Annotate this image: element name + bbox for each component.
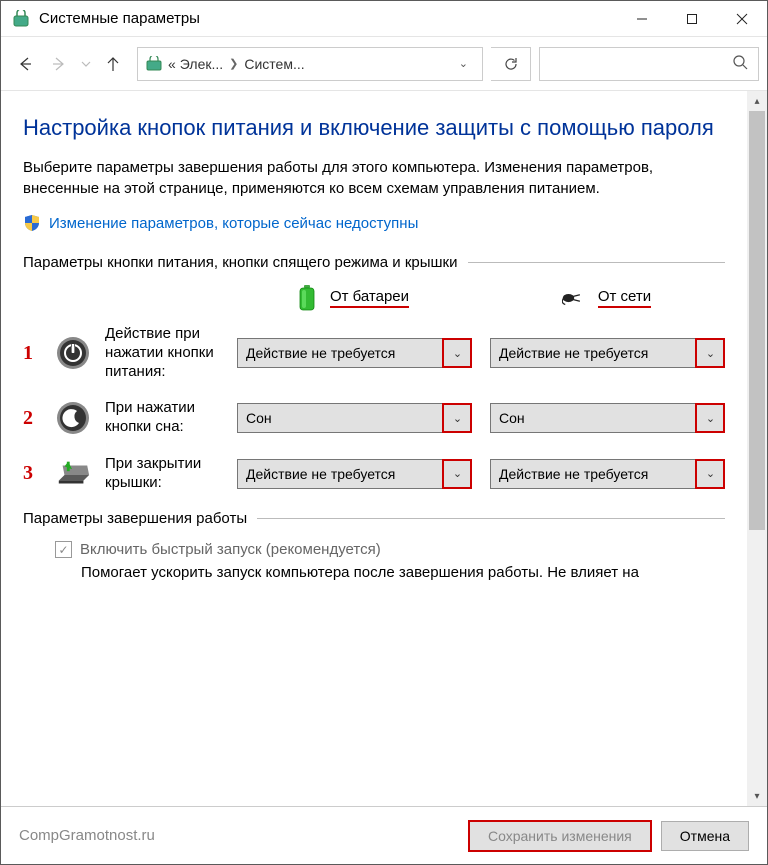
cancel-button-label: Отмена <box>680 828 730 844</box>
option-row-power-button: 1 Действие при нажатии кнопки питания: Д… <box>23 325 725 381</box>
admin-link[interactable]: Изменение параметров, которые сейчас нед… <box>49 215 418 232</box>
fast-startup-label: Включить быстрый запуск (рекомендуется) <box>80 541 381 558</box>
fast-startup-desc: Помогает ускорить запуск компьютера посл… <box>23 562 725 583</box>
column-plugged-label: От сети <box>598 288 651 308</box>
refresh-button[interactable] <box>491 47 531 81</box>
row-label-2: При нажатии кнопки сна: <box>105 399 223 437</box>
title-bar: Системные параметры <box>1 1 767 37</box>
columns-header: От батареи От сети <box>23 285 725 311</box>
save-button[interactable]: Сохранить изменения <box>469 821 651 851</box>
fast-startup-row: ✓ Включить быстрый запуск (рекомендуется… <box>23 541 725 558</box>
chevron-down-icon: ⌄ <box>443 460 471 488</box>
dropdown-value: Действие не требуется <box>246 466 395 482</box>
chevron-down-icon: ⌄ <box>443 339 471 367</box>
minimize-button[interactable] <box>617 1 667 37</box>
breadcrumb-dropdown[interactable]: ⌄ <box>451 57 476 70</box>
window-icon <box>11 9 31 29</box>
page-heading: Настройка кнопок питания и включение защ… <box>23 113 725 143</box>
row-label-1: Действие при нажатии кнопки питания: <box>105 325 223 381</box>
dropdown-value: Сон <box>499 410 525 426</box>
power-button-icon <box>55 335 91 371</box>
maximize-button[interactable] <box>667 1 717 37</box>
plug-icon <box>562 285 588 311</box>
option-row-sleep-button: 2 При нажатии кнопки сна: Сон ⌄ Сон ⌄ <box>23 399 725 437</box>
footer-bar: CompGramotnost.ru Сохранить изменения От… <box>1 806 767 864</box>
fast-startup-checkbox[interactable]: ✓ <box>55 541 72 558</box>
save-button-label: Сохранить изменения <box>470 828 650 844</box>
lid-close-battery-dropdown[interactable]: Действие не требуется ⌄ <box>237 459 472 489</box>
breadcrumb-item-1[interactable]: Элек... <box>180 56 223 72</box>
chevron-down-icon: ⌄ <box>696 460 724 488</box>
breadcrumb-item-2[interactable]: Систем... <box>244 56 304 72</box>
admin-link-row[interactable]: Изменение параметров, которые сейчас нед… <box>23 214 725 232</box>
sleep-button-icon <box>55 400 91 436</box>
chevron-down-icon: ⌄ <box>696 404 724 432</box>
section-title-2: Параметры завершения работы <box>23 510 247 527</box>
row-marker-2: 2 <box>23 407 41 430</box>
lid-close-icon <box>55 456 91 492</box>
battery-icon <box>294 285 320 311</box>
forward-button[interactable] <box>43 48 75 80</box>
breadcrumb[interactable]: « Элек... ❯ Систем... ⌄ <box>137 47 483 81</box>
cancel-button[interactable]: Отмена <box>661 821 749 851</box>
chevron-right-icon: ❯ <box>227 57 240 70</box>
scroll-down-arrow[interactable]: ▾ <box>747 786 767 806</box>
breadcrumb-icon <box>144 54 164 74</box>
section-header-buttons: Параметры кнопки питания, кнопки спящего… <box>23 254 725 271</box>
back-button[interactable] <box>9 48 41 80</box>
page-description: Выберите параметры завершения работы для… <box>23 157 725 201</box>
shield-icon <box>23 214 41 232</box>
section-title: Параметры кнопки питания, кнопки спящего… <box>23 254 458 271</box>
column-plugged: От сети <box>488 285 725 311</box>
window-title: Системные параметры <box>39 10 200 27</box>
up-button[interactable] <box>97 48 129 80</box>
vertical-scrollbar[interactable]: ▴ ▾ <box>747 91 767 806</box>
sleep-button-plugged-dropdown[interactable]: Сон ⌄ <box>490 403 725 433</box>
option-row-lid-close: 3 При закрытии крышки: Действие не требу… <box>23 455 725 493</box>
column-battery: От батареи <box>233 285 470 311</box>
dropdown-value: Действие не требуется <box>499 466 648 482</box>
sleep-button-battery-dropdown[interactable]: Сон ⌄ <box>237 403 472 433</box>
recent-dropdown[interactable] <box>77 48 95 80</box>
column-battery-label: От батареи <box>330 288 409 308</box>
breadcrumb-lead: « <box>168 56 176 72</box>
chevron-down-icon: ⌄ <box>696 339 724 367</box>
power-button-battery-dropdown[interactable]: Действие не требуется ⌄ <box>237 338 472 368</box>
row-label-3: При закрытии крышки: <box>105 455 223 493</box>
watermark: CompGramotnost.ru <box>19 827 155 844</box>
chevron-down-icon: ⌄ <box>443 404 471 432</box>
power-button-plugged-dropdown[interactable]: Действие не требуется ⌄ <box>490 338 725 368</box>
row-marker-1: 1 <box>23 342 41 365</box>
dropdown-value: Действие не требуется <box>246 345 395 361</box>
close-button[interactable] <box>717 1 767 37</box>
scroll-track[interactable] <box>747 111 767 786</box>
search-input[interactable] <box>539 47 759 81</box>
nav-bar: « Элек... ❯ Систем... ⌄ <box>1 37 767 91</box>
section-header-shutdown: Параметры завершения работы <box>23 510 725 527</box>
dropdown-value: Действие не требуется <box>499 345 648 361</box>
scroll-thumb[interactable] <box>749 111 765 530</box>
row-marker-3: 3 <box>23 462 41 485</box>
scroll-up-arrow[interactable]: ▴ <box>747 91 767 111</box>
search-icon <box>732 54 748 73</box>
content-area: Настройка кнопок питания и включение защ… <box>1 91 747 806</box>
dropdown-value: Сон <box>246 410 272 426</box>
lid-close-plugged-dropdown[interactable]: Действие не требуется ⌄ <box>490 459 725 489</box>
